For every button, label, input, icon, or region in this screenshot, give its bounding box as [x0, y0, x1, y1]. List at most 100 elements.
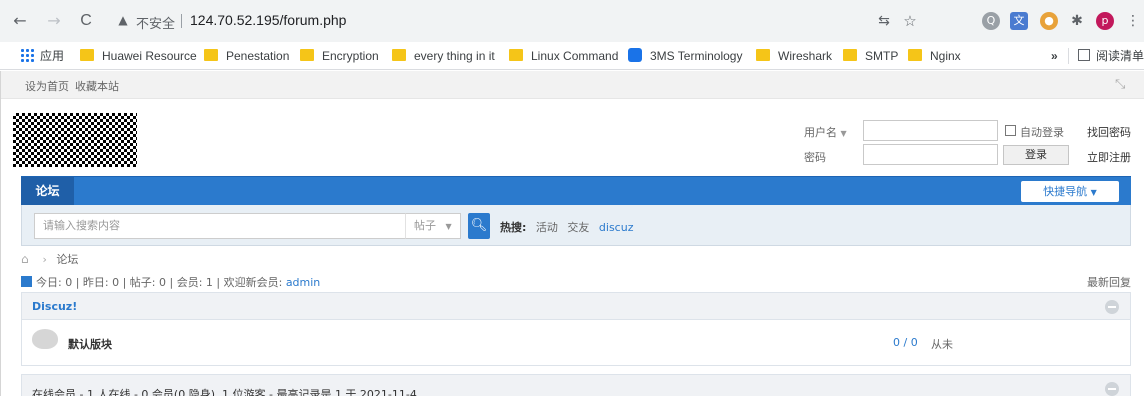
reading-list-button[interactable]: 阅读清单	[1078, 48, 1144, 64]
collapse-icon[interactable]	[1105, 300, 1119, 314]
bookmark-apps-label: 应用	[40, 49, 65, 63]
bookmark-label: Penestation	[226, 49, 290, 63]
password-label: 密码	[804, 151, 826, 164]
set-home-link[interactable]: 设为首页	[25, 78, 69, 94]
bookmark-label: SMTP	[865, 49, 899, 63]
new-member-link[interactable]: admin	[286, 276, 320, 289]
bookmark-label: Linux Command	[531, 49, 619, 63]
reading-list-label: 阅读清单	[1096, 49, 1144, 63]
auto-login-checkbox[interactable]	[1005, 125, 1016, 136]
back-button[interactable]: ←	[10, 11, 30, 31]
bookmarks-overflow-button[interactable]: »	[1051, 48, 1058, 64]
warning-icon[interactable]: ▲	[116, 13, 130, 27]
folder-icon	[300, 49, 314, 61]
breadcrumb-separator: ›	[42, 253, 47, 266]
forward-button[interactable]: →	[44, 11, 64, 31]
bookmark-site-link[interactable]: 收藏本站	[75, 78, 119, 94]
online-members-header: 在线会员 - 1 人在线 - 0 会员(0 隐身), 1 位游客 - 最高记录是…	[21, 374, 1131, 396]
folder-icon	[392, 49, 406, 61]
login-button[interactable]: 登录	[1003, 145, 1069, 165]
chevron-down-icon: ▼	[445, 222, 452, 231]
site-topbar: 设为首页 收藏本站 ⤡	[1, 71, 1144, 99]
forum-bubble-icon	[32, 329, 58, 349]
collapse-icon[interactable]	[1105, 382, 1119, 396]
bookmark-label: Nginx	[930, 49, 961, 63]
find-password-link[interactable]: 找回密码	[1087, 124, 1131, 140]
extension-cookie-icon[interactable]: ●	[1040, 12, 1058, 30]
extension-q-icon[interactable]: Q	[982, 12, 1000, 30]
search-bar: 请输入搜索内容 帖子 ▼ 🔍︎ 热搜: 活动 交友 discuz	[21, 205, 1131, 246]
bookmark-item[interactable]: Huawei Resource	[80, 48, 197, 64]
bookmark-item[interactable]: every thing in it	[392, 48, 495, 64]
main-navbar: 论坛 快捷导航 ▼	[21, 176, 1131, 205]
bookmark-item[interactable]: Wireshark	[756, 48, 832, 64]
bookmark-item[interactable]: 3MS Terminology	[628, 48, 742, 64]
username-label-text: 用户名	[804, 126, 837, 139]
chevron-down-icon: ▼	[1090, 188, 1097, 197]
url-text[interactable]: 124.70.52.195/forum.php	[190, 12, 346, 28]
search-scope-select[interactable]: 帖子 ▼	[405, 213, 461, 239]
browser-menu-icon[interactable]: ⋮	[1124, 12, 1142, 30]
breadcrumb-current[interactable]: 论坛	[56, 253, 78, 266]
search-button[interactable]: 🔍︎	[468, 213, 490, 239]
hot-word-link[interactable]: 活动	[536, 221, 558, 234]
cloud-icon	[628, 48, 642, 62]
folder-icon	[80, 49, 94, 61]
folder-icon	[908, 49, 922, 61]
insecure-label[interactable]: 不安全	[136, 13, 175, 32]
bookmark-label: Wireshark	[778, 49, 833, 63]
username-label[interactable]: 用户名 ▼	[804, 124, 847, 140]
forum-post-count: 0 / 0	[893, 336, 918, 349]
forum-stats: 今日: 0 | 昨日: 0 | 帖子: 0 | 会员: 1 | 欢迎新会员: a…	[21, 274, 320, 290]
bookmark-label: 3MS Terminology	[650, 49, 743, 63]
extensions-puzzle-icon[interactable]: ✱	[1068, 12, 1086, 30]
forum-row: 默认版块 0 / 0 从未	[21, 320, 1131, 366]
apps-grid-icon	[20, 48, 34, 62]
search-icon: 🔍︎	[470, 218, 488, 233]
auto-login-label[interactable]: 自动登录	[1020, 124, 1064, 140]
search-scope-label: 帖子	[414, 219, 436, 232]
bookmark-label: Encryption	[322, 49, 379, 63]
site-logo[interactable]	[13, 113, 137, 167]
page-content: 设为首页 收藏本站 ⤡ 用户名 ▼ 自动登录 找回密码 密码 登录 立即注册 论…	[0, 71, 1144, 396]
quick-nav-button[interactable]: 快捷导航 ▼	[1021, 181, 1119, 202]
hot-word-link[interactable]: 交友	[567, 221, 589, 234]
address-bar[interactable]: ▲ 不安全 124.70.52.195/forum.php ⇆ ☆	[106, 7, 917, 35]
quick-nav-label: 快捷导航	[1043, 185, 1088, 198]
bookmarks-divider	[1068, 48, 1069, 64]
online-members-text[interactable]: 在线会员 - 1 人在线 - 0 会员(0 隐身), 1 位游客 - 最高记录是…	[32, 386, 420, 396]
reload-button[interactable]: C	[76, 11, 96, 31]
register-link[interactable]: 立即注册	[1087, 149, 1131, 165]
address-divider	[181, 14, 182, 28]
home-icon[interactable]: ⌂	[21, 252, 33, 266]
profile-avatar[interactable]: p	[1096, 12, 1114, 30]
bookmark-item[interactable]: Penestation	[204, 48, 289, 64]
stats-text: 今日: 0 | 昨日: 0 | 帖子: 0 | 会员: 1 | 欢迎新会员:	[36, 276, 286, 289]
folder-icon	[509, 49, 523, 61]
bookmark-item[interactable]: Nginx	[908, 48, 961, 64]
bookmarks-bar: 应用 Huawei Resource Penestation Encryptio…	[0, 42, 1144, 70]
username-input[interactable]	[863, 120, 998, 141]
latest-replies-link[interactable]: 最新回复	[1087, 274, 1131, 290]
folder-icon	[843, 49, 857, 61]
breadcrumb: ⌂ › 论坛	[21, 251, 78, 267]
stats-chart-icon	[21, 276, 32, 287]
translate-icon[interactable]: ⇆	[876, 13, 892, 29]
hot-word-link[interactable]: discuz	[599, 221, 634, 234]
bookmark-item[interactable]: SMTP	[843, 48, 898, 64]
search-input[interactable]: 请输入搜索内容	[34, 213, 426, 239]
password-input[interactable]	[863, 144, 998, 165]
chevron-down-icon: ▼	[840, 129, 847, 138]
bookmark-item[interactable]: Linux Command	[509, 48, 618, 64]
extension-translate-icon[interactable]: 文	[1010, 12, 1028, 30]
hot-searches: 热搜: 活动 交友 discuz	[500, 219, 633, 235]
bookmark-apps[interactable]: 应用	[20, 48, 64, 64]
bookmark-label: every thing in it	[414, 49, 495, 63]
category-title[interactable]: Discuz!	[32, 300, 77, 313]
forum-name-link[interactable]: 默认版块	[68, 336, 112, 352]
bookmark-item[interactable]: Encryption	[300, 48, 379, 64]
tab-forum[interactable]: 论坛	[21, 177, 74, 205]
folder-icon	[204, 49, 218, 61]
collapse-header-icon[interactable]: ⤡	[1115, 77, 1125, 92]
bookmark-star-icon[interactable]: ☆	[902, 13, 918, 29]
